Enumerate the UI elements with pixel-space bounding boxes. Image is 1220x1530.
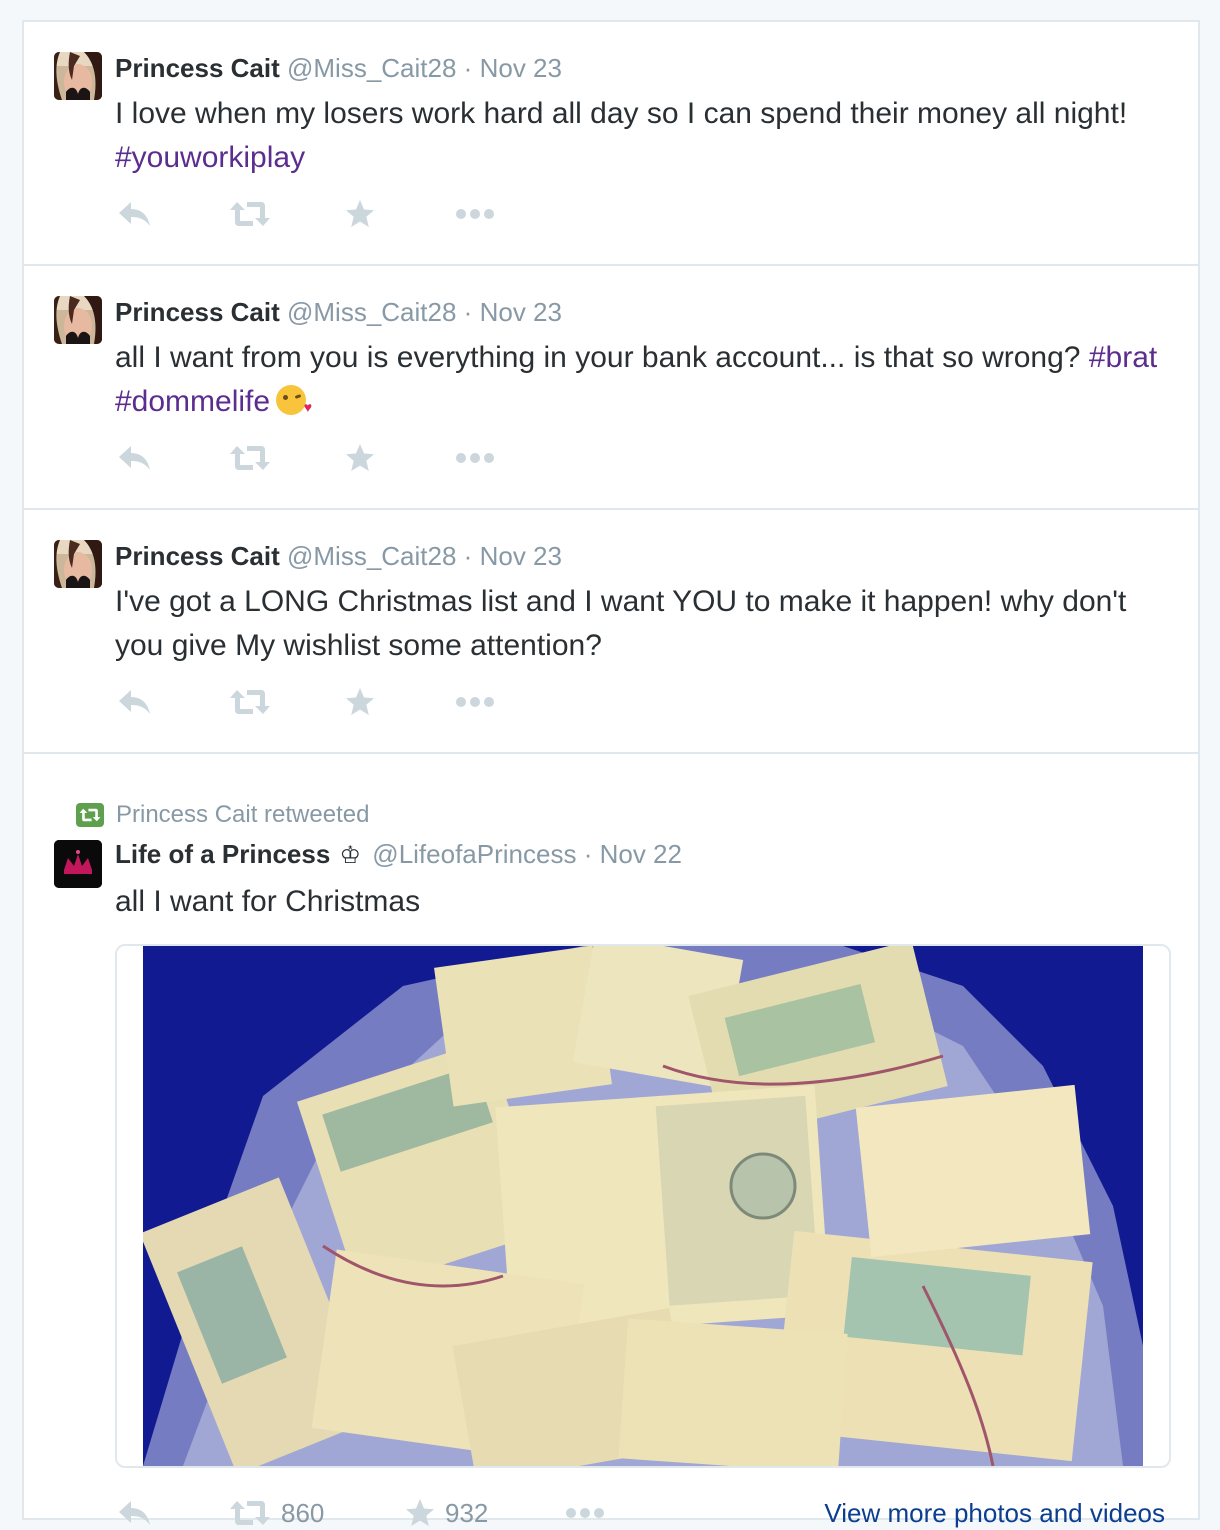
tweet-text-body: all I want from you is everything in you… (115, 341, 1089, 374)
separator: · (463, 541, 473, 571)
star-icon[interactable] (345, 441, 375, 475)
tweet-time[interactable]: Nov 23 (480, 297, 562, 327)
more-dots-icon[interactable] (455, 685, 495, 719)
tweet-text: I love when my losers work hard all day … (115, 92, 1175, 180)
more-dots-icon[interactable] (565, 1496, 605, 1530)
tweet[interactable]: Princess Cait @Miss_Cait28 · Nov 23 all … (24, 266, 1198, 510)
tweet-time[interactable]: Nov 23 (480, 541, 562, 571)
tweet-header: Princess Cait @Miss_Cait28 · Nov 23 (115, 296, 562, 328)
star-icon (405, 1499, 435, 1527)
hashtag-link[interactable]: #brat (1089, 341, 1157, 374)
author-fullname[interactable]: Princess Cait (115, 297, 280, 327)
tweet-text-body: I love when my losers work hard all day … (115, 97, 1128, 130)
tweet-header: Life of a Princess ♔ @LifeofaPrincess · … (115, 838, 682, 870)
retweet-count: 860 (281, 1497, 325, 1528)
tweet-time[interactable]: Nov 23 (480, 53, 562, 83)
avatar[interactable] (54, 296, 102, 344)
retweet-icon (229, 1499, 271, 1527)
tweet[interactable]: Princess Cait retweeted Life of a Prince… (24, 754, 1198, 1528)
tweet-actions (115, 441, 1175, 475)
tweet[interactable]: Princess Cait @Miss_Cait28 · Nov 23 I lo… (24, 22, 1198, 266)
view-more-photos-link[interactable]: View more photos and videos (824, 1496, 1165, 1530)
tweet[interactable]: Princess Cait @Miss_Cait28 · Nov 23 I've… (24, 510, 1198, 754)
tweet-header: Princess Cait @Miss_Cait28 · Nov 23 (115, 540, 562, 572)
reply-icon[interactable] (117, 441, 153, 475)
retweet-icon[interactable] (229, 441, 271, 475)
author-username[interactable]: @Miss_Cait28 (287, 53, 456, 83)
tweet-photo[interactable] (143, 946, 1143, 1466)
retweet-context-label[interactable]: Princess Cait retweeted (116, 801, 369, 829)
hashtag-link[interactable]: #youworkiplay (115, 141, 305, 174)
retweet-context: Princess Cait retweeted (76, 800, 369, 830)
favorite-count: 932 (445, 1497, 489, 1528)
star-icon[interactable] (345, 685, 375, 719)
tweet-header: Princess Cait @Miss_Cait28 · Nov 23 (115, 52, 562, 84)
tweet-actions: 860 932 View more photos and videos (115, 1496, 1175, 1530)
tweet-actions (115, 197, 1175, 231)
hashtag-link[interactable]: #dommelife (115, 385, 270, 418)
reply-icon[interactable] (117, 1496, 153, 1530)
timeline: Princess Cait @Miss_Cait28 · Nov 23 I lo… (22, 20, 1200, 1528)
retweet-button[interactable]: 860 (229, 1496, 324, 1530)
crown-icon: ♔ (339, 842, 362, 869)
separator: · (463, 297, 473, 327)
tweet-time[interactable]: Nov 22 (600, 839, 682, 869)
reply-icon[interactable] (117, 197, 153, 231)
media-container[interactable] (115, 944, 1171, 1468)
avatar[interactable] (54, 52, 102, 100)
tweet-text: I've got a LONG Christmas list and I wan… (115, 585, 1127, 662)
retweet-icon[interactable] (229, 197, 271, 231)
author-fullname[interactable]: Princess Cait (115, 53, 280, 83)
author-username[interactable]: @Miss_Cait28 (287, 297, 456, 327)
tweet-actions (115, 685, 1175, 719)
more-dots-icon[interactable] (455, 197, 495, 231)
avatar[interactable] (54, 840, 102, 888)
kissing-face-emoji: ♥ (276, 385, 312, 415)
author-fullname[interactable]: Life of a Princess (115, 839, 330, 869)
favorite-button[interactable]: 932 (405, 1496, 488, 1530)
tweet-text: all I want for Christmas (115, 885, 421, 918)
separator: · (583, 839, 593, 869)
author-fullname[interactable]: Princess Cait (115, 541, 280, 571)
separator: · (463, 53, 473, 83)
retweet-badge-icon (76, 803, 104, 827)
avatar[interactable] (54, 540, 102, 588)
tweet-text: all I want from you is everything in you… (115, 336, 1175, 424)
author-username[interactable]: @Miss_Cait28 (287, 541, 456, 571)
retweet-icon[interactable] (229, 685, 271, 719)
author-username[interactable]: @LifeofaPrincess (372, 839, 576, 869)
reply-icon[interactable] (117, 685, 153, 719)
star-icon[interactable] (345, 197, 375, 231)
more-dots-icon[interactable] (455, 441, 495, 475)
